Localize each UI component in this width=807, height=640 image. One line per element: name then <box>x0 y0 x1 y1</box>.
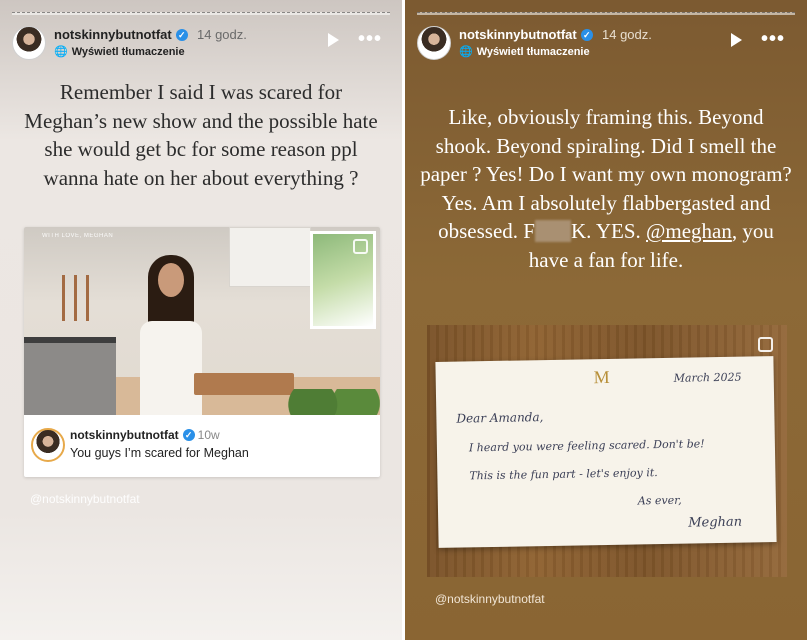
multi-image-icon <box>353 239 368 254</box>
story-caption: Like, obviously framing this. Beyond sho… <box>419 103 793 274</box>
note-signature: Meghan <box>688 514 743 531</box>
note-closing: As ever, <box>637 493 682 508</box>
note-greeting: Dear Amanda, <box>456 410 544 426</box>
more-options-icon[interactable]: ••• <box>358 28 382 51</box>
story-caption: Remember I said I was scared for Meghan’… <box>24 80 378 190</box>
story-progress-bar <box>12 12 390 15</box>
cutting-board <box>194 373 294 395</box>
translate-link[interactable]: 🌐 Wyświetl tłumaczenie <box>54 45 185 58</box>
mention-link[interactable]: @meghan <box>646 219 732 243</box>
translate-icon: 🌐 <box>459 46 473 58</box>
verified-badge-icon: ✓ <box>580 29 593 41</box>
post-time: 14 godz. <box>197 27 247 42</box>
avatar[interactable] <box>417 26 451 60</box>
avatar[interactable] <box>12 26 46 60</box>
story-panel-right[interactable]: notskinnybutnotfat ✓ 14 godz. 🌐 Wyświetl t… <box>405 0 807 640</box>
story-handle-tag[interactable]: @notskinnybutnotfat <box>435 592 545 606</box>
reposted-story-card[interactable]: WITH LOVE, MEGHAN notskinnybutnotfat ✓ 10w… <box>24 227 380 477</box>
repost-text: You guys I’m scared for Meghan <box>70 446 249 460</box>
story-panel-left[interactable]: notskinnybutnotfat ✓ 14 godz. 🌐 Wyświetl t… <box>0 0 402 640</box>
kitchen-video-thumbnail[interactable]: WITH LOVE, MEGHAN <box>24 227 380 415</box>
multi-image-icon <box>758 337 773 352</box>
note-photo[interactable]: M March 2025 Dear Amanda, I heard you we… <box>427 325 787 577</box>
post-time: 14 godz. <box>602 27 652 42</box>
username[interactable]: notskinnybutnotfat ✓ <box>459 27 593 42</box>
translate-label[interactable]: Wyświetl tłumaczenie <box>72 46 185 58</box>
censor-blur <box>534 220 571 242</box>
person-face <box>158 263 184 297</box>
stove <box>24 337 116 415</box>
username-text[interactable]: notskinnybutnotfat <box>54 27 172 42</box>
caption-text: K. YES. <box>570 219 647 243</box>
story-header: notskinnybutnotfat ✓ 14 godz. 🌐 Wyświetl t… <box>12 24 390 64</box>
repost-username-text[interactable]: notskinnybutnotfat <box>70 428 179 442</box>
play-icon[interactable] <box>731 33 742 47</box>
play-icon[interactable] <box>328 33 339 47</box>
video-watermark: WITH LOVE, MEGHAN <box>42 233 114 239</box>
repost-avatar[interactable] <box>31 428 65 462</box>
note-line-2: This is the fun part - let's enjoy it. <box>469 466 658 483</box>
more-options-icon[interactable]: ••• <box>761 28 785 51</box>
story-handle-tag[interactable]: @notskinnybutnotfat <box>30 492 140 506</box>
herb-plants <box>284 389 380 415</box>
translate-link[interactable]: 🌐 Wyświetl tłumaczenie <box>459 45 590 58</box>
verified-badge-icon: ✓ <box>182 429 195 441</box>
kitchen-cabinet <box>229 227 311 287</box>
verified-badge-icon: ✓ <box>175 29 188 41</box>
username[interactable]: notskinnybutnotfat ✓ <box>54 27 188 42</box>
repost-username[interactable]: notskinnybutnotfat ✓ 10w <box>70 428 220 442</box>
person-body <box>140 321 202 415</box>
monogram-crest: M <box>593 366 610 388</box>
translate-icon: 🌐 <box>54 46 68 58</box>
handwritten-note-card: M March 2025 Dear Amanda, I heard you we… <box>435 356 777 548</box>
note-line-1: I heard you were feeling scared. Don't b… <box>468 437 705 455</box>
story-progress-bar <box>417 12 795 15</box>
translate-label[interactable]: Wyświetl tłumaczenie <box>477 46 590 58</box>
note-date: March 2025 <box>673 370 742 385</box>
story-header: notskinnybutnotfat ✓ 14 godz. 🌐 Wyświetl t… <box>417 24 795 64</box>
username-text[interactable]: notskinnybutnotfat <box>459 27 577 42</box>
repost-age: 10w <box>197 428 220 442</box>
hanging-utensils <box>62 275 102 325</box>
